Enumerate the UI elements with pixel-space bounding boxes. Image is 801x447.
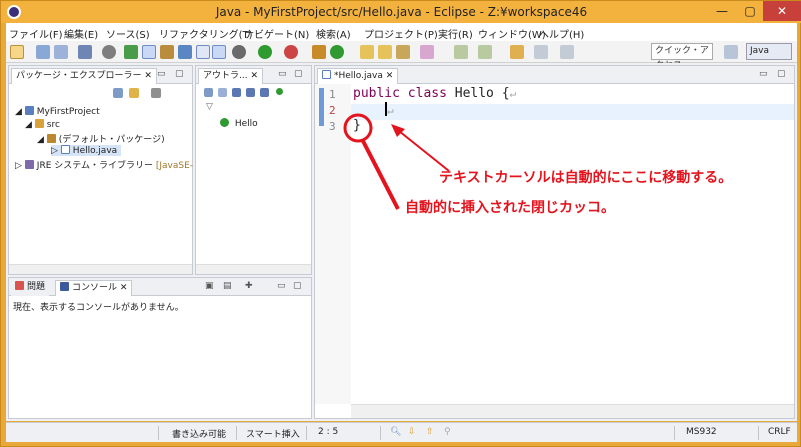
cursor-arrow-line	[398, 130, 450, 172]
cursor-annotation: テキストカーソルは自動的にここに移動する。	[439, 170, 733, 186]
brace-arrow-line	[361, 140, 400, 210]
brace-annotation: 自動的に挿入された閉じカッコ。	[405, 200, 615, 216]
annotation-overlay	[343, 113, 450, 210]
eclipse-window: Java - MyFirstProject/src/Hello.java - E…	[0, 0, 801, 447]
highlight-circle	[343, 113, 373, 143]
